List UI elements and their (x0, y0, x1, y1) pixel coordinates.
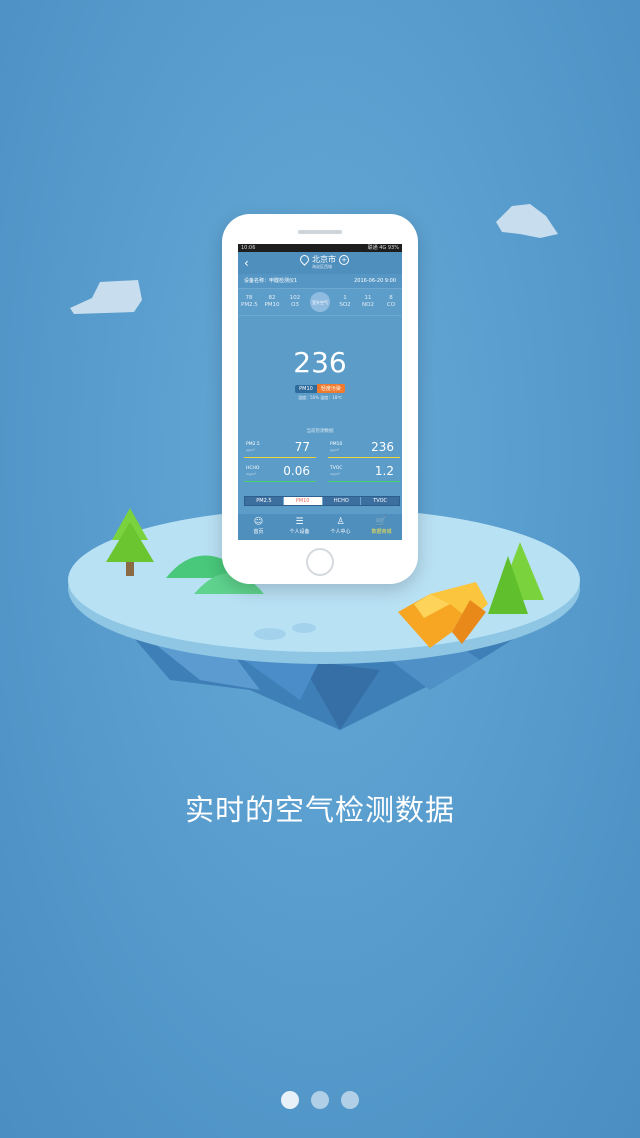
page-dot-2[interactable] (311, 1091, 329, 1109)
phone-speaker (298, 230, 342, 234)
page-indicator (0, 1091, 640, 1109)
tab-tvoc[interactable]: TVOC (361, 497, 399, 505)
tab-pm10[interactable]: PM10 (283, 497, 323, 505)
device-time: 2016-06-20 9:00 (354, 278, 396, 284)
badge-level: 轻度污染 (316, 384, 345, 393)
metric-pm10: PM10 μg/m³ 236 (328, 438, 400, 458)
pollutant-co[interactable]: 8 CO (383, 295, 399, 309)
phone-mockup: 10:06 联通 4G 93% ‹ 北京市 + 海淀区西城 设备名称：甲醛检测仪1… (222, 214, 418, 584)
onboarding-caption: 实时的空气检测数据 (184, 793, 455, 827)
status-bar: 10:06 联通 4G 93% (238, 244, 402, 252)
badge-pollutant: PM10 (295, 385, 317, 393)
nav-profile[interactable]: ♙ 个人中心 (320, 514, 361, 540)
tab-hcho[interactable]: HCHO (322, 497, 362, 505)
device-row: 设备名称：甲醛检测仪1 2016-06-20 9:00 (238, 274, 402, 289)
level-badge: PM10 轻度污染 (238, 384, 402, 393)
pollutant-o3[interactable]: 102 O3 (287, 295, 303, 309)
device-name: 设备名称：甲醛检测仪1 (244, 278, 298, 284)
city-name: 北京市 (312, 255, 336, 264)
phone-screen: 10:06 联通 4G 93% ‹ 北京市 + 海淀区西城 设备名称：甲醛检测仪1… (238, 244, 402, 540)
cart-icon: 🛒 (375, 517, 388, 527)
home-button (306, 548, 334, 576)
pollutant-pm10[interactable]: 82 PM10 (264, 295, 280, 309)
nav-store[interactable]: 🛒 数据商城 (361, 514, 402, 540)
main-reading: 236 (293, 346, 347, 379)
nav-bar: ‹ 北京市 + 海淀区西城 (238, 252, 402, 274)
location-pin-icon (298, 253, 311, 266)
user-icon: ♙ (336, 517, 345, 527)
metric-pm25: PM2.5 μg/m³ 77 (244, 438, 316, 458)
status-time: 10:06 (241, 245, 256, 251)
bottom-nav: ☺ 首页 ☰ 个人设备 ♙ 个人中心 🛒 数据商城 (238, 514, 402, 540)
nav-devices[interactable]: ☰ 个人设备 (279, 514, 320, 540)
pollutant-pm25[interactable]: 78 PM2.5 (241, 295, 258, 309)
pollutant-row: 78 PM2.5 82 PM10 102 O3 室外空气 1 SO2 11 NO2 8 CO (238, 289, 402, 316)
home-icon: ☺ (253, 517, 264, 527)
cloud-right (496, 204, 558, 238)
cloud-left (70, 280, 142, 314)
back-icon[interactable]: ‹ (244, 256, 249, 270)
nav-home[interactable]: ☺ 首页 (238, 514, 279, 540)
add-city-icon[interactable]: + (339, 254, 349, 265)
metric-hcho: HCHO mg/m³ 0.06 (244, 462, 316, 482)
humidity-temperature: 湿度：50% 温度：18℃ (298, 395, 342, 400)
list-icon: ☰ (295, 517, 304, 527)
page-dot-1[interactable] (281, 1091, 299, 1109)
chart-tabs: PM2.5 PM10 HCHO TVOC (244, 496, 400, 506)
outdoor-air-toggle[interactable]: 室外空气 (310, 292, 330, 312)
city-sub: 海淀区西城 (312, 264, 332, 269)
status-signal: 联通 4G 93% (367, 245, 399, 251)
current-data-label: 当前检测数据 (306, 429, 334, 434)
pollutant-no2[interactable]: 11 NO2 (360, 295, 376, 309)
page-dot-3[interactable] (341, 1091, 359, 1109)
pollutant-so2[interactable]: 1 SO2 (337, 295, 353, 309)
tab-pm25[interactable]: PM2.5 (245, 497, 284, 505)
metric-tvoc: TVOC mg/m³ 1.2 (328, 462, 400, 482)
